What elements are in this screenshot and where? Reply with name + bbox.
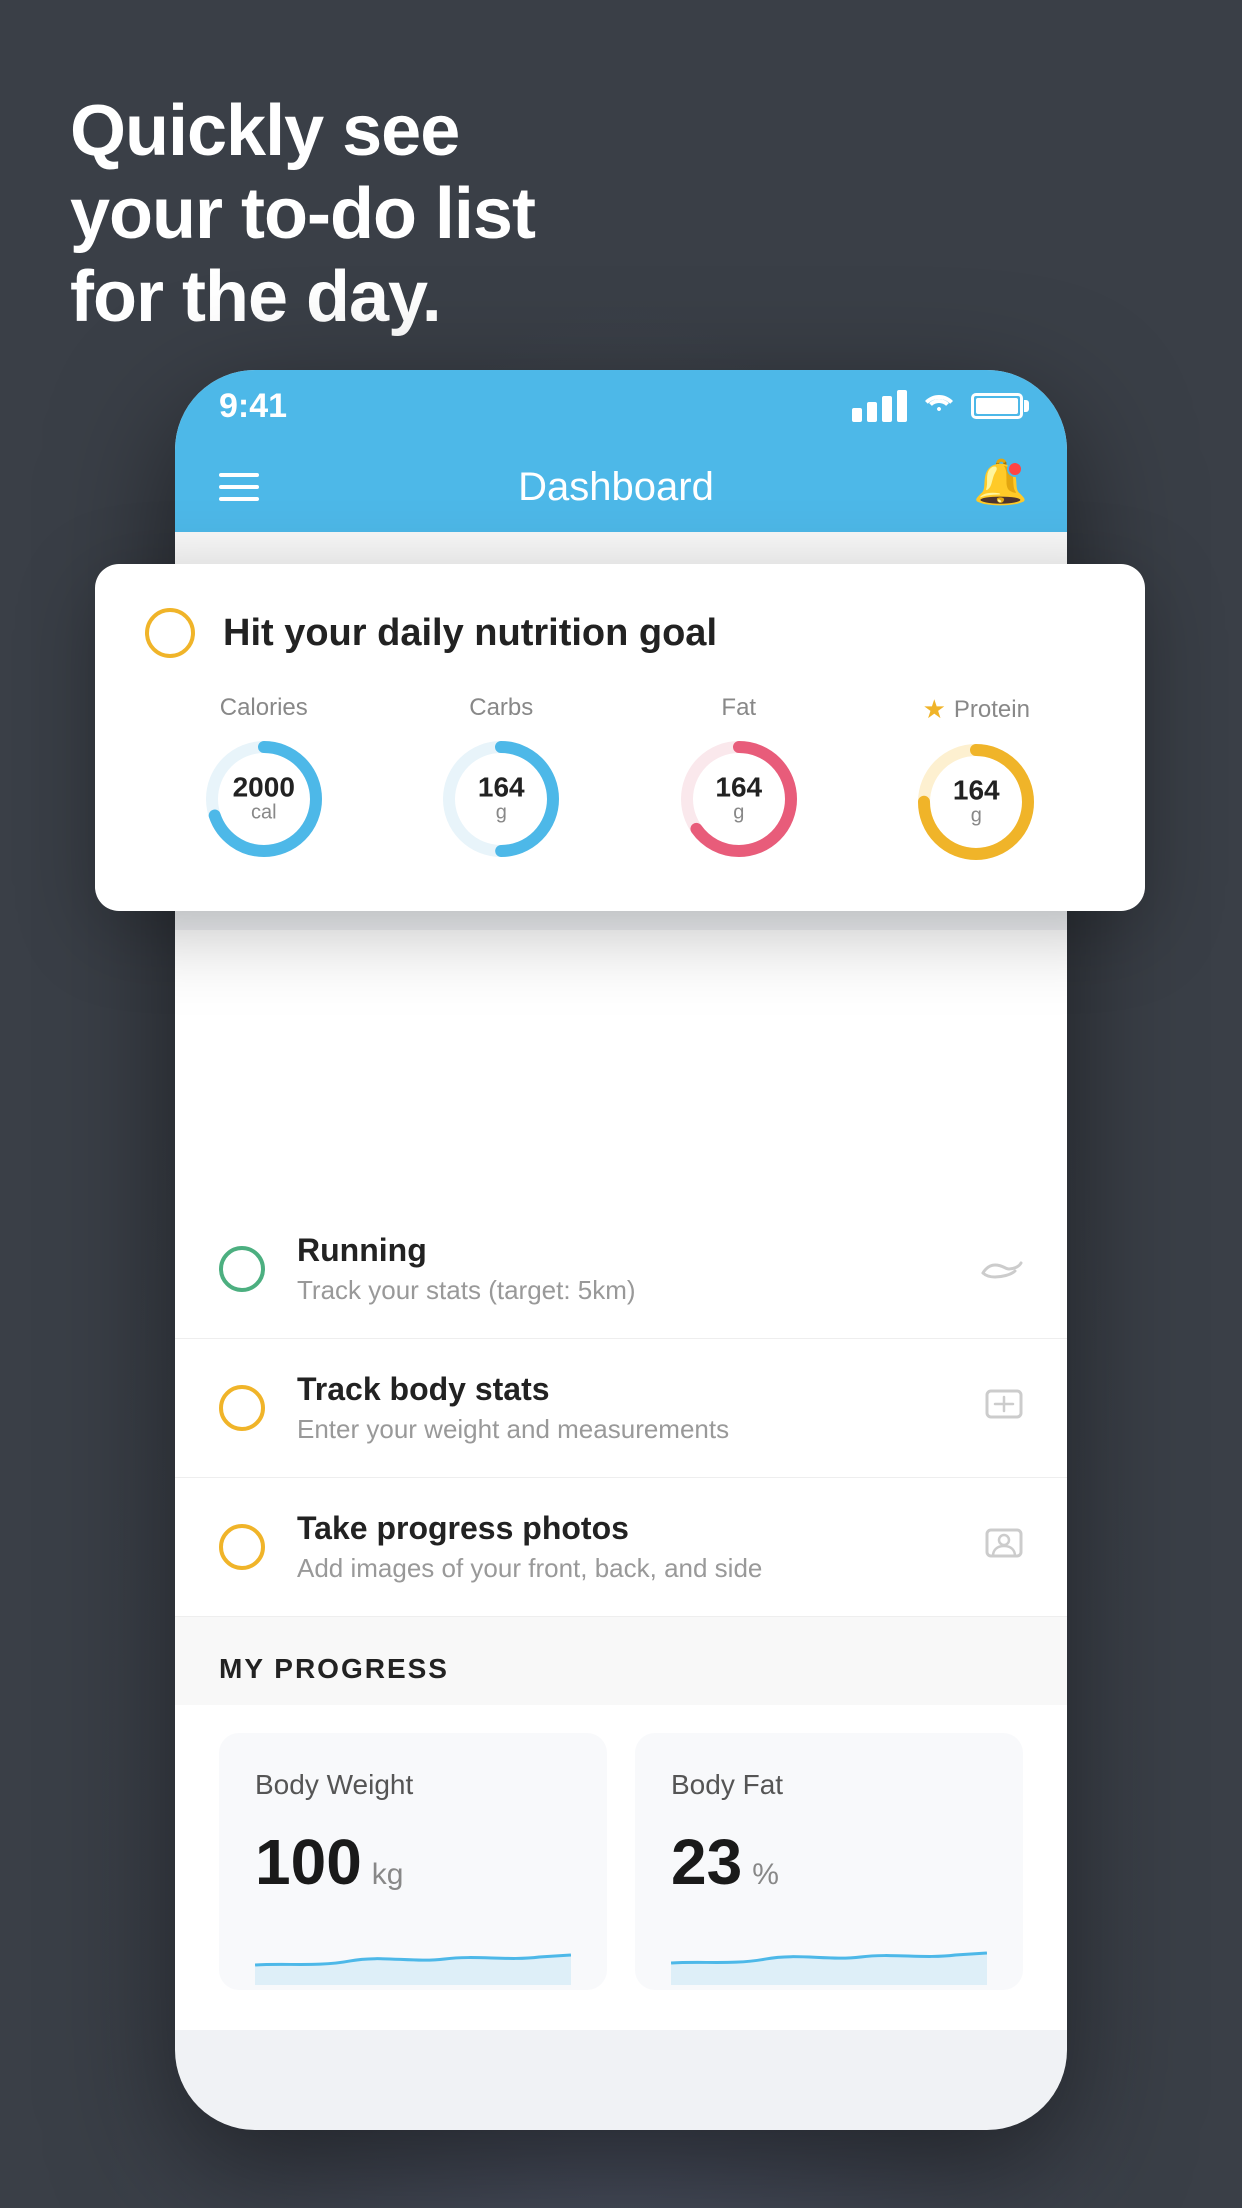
- headline-line1: Quickly see: [70, 91, 459, 171]
- carbs-label: Carbs: [469, 694, 533, 722]
- body-weight-value-row: 100 kg: [255, 1825, 571, 1899]
- todo-text-running: Running Track your stats (target: 5km): [297, 1232, 949, 1306]
- todo-text-photos: Take progress photos Add images of your …: [297, 1510, 953, 1584]
- todo-checkbox-body-stats[interactable]: [219, 1385, 265, 1431]
- todo-name-running: Running: [297, 1232, 949, 1269]
- calories-donut: 2000 cal: [199, 734, 329, 864]
- status-time: 9:41: [219, 387, 287, 426]
- carbs-value: 164: [478, 774, 525, 802]
- body-fat-value: 23: [671, 1825, 742, 1899]
- status-bar: 9:41: [175, 370, 1067, 442]
- notification-dot: [1007, 461, 1023, 477]
- nutrition-grid: Calories 2000 cal Carbs: [145, 694, 1095, 867]
- battery-icon: [971, 393, 1023, 419]
- todo-item-running[interactable]: Running Track your stats (target: 5km): [175, 1200, 1067, 1339]
- calories-value: 2000: [233, 774, 295, 802]
- body-weight-sparkline: [255, 1925, 571, 1985]
- todo-desc-photos: Add images of your front, back, and side: [297, 1553, 953, 1584]
- progress-cards-container: Body Weight 100 kg Body Fat 23 %: [175, 1705, 1067, 2030]
- status-icons: [852, 390, 1023, 422]
- calories-label: Calories: [220, 694, 308, 722]
- nutrition-goal-card: Hit your daily nutrition goal Calories 2…: [95, 564, 1145, 911]
- todo-item-body-stats[interactable]: Track body stats Enter your weight and m…: [175, 1339, 1067, 1478]
- body-weight-unit: kg: [372, 1858, 404, 1892]
- todo-checkbox-running[interactable]: [219, 1246, 265, 1292]
- protein-star-icon: ★: [923, 694, 946, 725]
- body-fat-card[interactable]: Body Fat 23 %: [635, 1733, 1023, 1990]
- nutrition-fat: Fat 164 g: [674, 694, 804, 864]
- todo-desc-running: Track your stats (target: 5km): [297, 1275, 949, 1306]
- nutrition-card-title: Hit your daily nutrition goal: [223, 612, 717, 655]
- running-shoe-icon: [981, 1248, 1023, 1290]
- nav-bar: Dashboard 🔔: [175, 442, 1067, 532]
- body-fat-unit: %: [752, 1858, 779, 1892]
- headline-line2: your to-do list: [70, 174, 535, 254]
- hamburger-menu[interactable]: [219, 473, 259, 501]
- nav-title: Dashboard: [518, 465, 714, 510]
- signal-icon: [852, 390, 907, 422]
- carbs-unit: g: [478, 802, 525, 825]
- todo-list: Running Track your stats (target: 5km) T…: [175, 930, 1067, 2030]
- my-progress-section: MY PROGRESS Body Weight 100 kg: [175, 1617, 1067, 2030]
- todo-checkbox-photos[interactable]: [219, 1524, 265, 1570]
- protein-unit: g: [953, 805, 1000, 828]
- body-fat-sparkline: [671, 1925, 987, 1985]
- card-header: Hit your daily nutrition goal: [145, 608, 1095, 658]
- body-fat-title: Body Fat: [671, 1769, 987, 1801]
- nutrition-carbs: Carbs 164 g: [436, 694, 566, 864]
- notification-bell-icon[interactable]: 🔔: [973, 461, 1023, 513]
- nutrition-checkbox[interactable]: [145, 608, 195, 658]
- fat-unit: g: [715, 802, 762, 825]
- nutrition-calories: Calories 2000 cal: [199, 694, 329, 864]
- body-weight-value: 100: [255, 1825, 362, 1899]
- fat-label: Fat: [721, 694, 756, 722]
- todo-name-body-stats: Track body stats: [297, 1371, 953, 1408]
- todo-desc-body-stats: Enter your weight and measurements: [297, 1414, 953, 1445]
- todo-text-body-stats: Track body stats Enter your weight and m…: [297, 1371, 953, 1445]
- progress-section-title: MY PROGRESS: [219, 1653, 449, 1684]
- body-fat-value-row: 23 %: [671, 1825, 987, 1899]
- scale-icon: [985, 1385, 1023, 1432]
- carbs-donut: 164 g: [436, 734, 566, 864]
- todo-item-photos[interactable]: Take progress photos Add images of your …: [175, 1478, 1067, 1617]
- fat-donut: 164 g: [674, 734, 804, 864]
- headline-text: Quickly see your to-do list for the day.: [70, 90, 535, 338]
- protein-donut: 164 g: [911, 737, 1041, 867]
- body-weight-card[interactable]: Body Weight 100 kg: [219, 1733, 607, 1990]
- wifi-icon: [923, 390, 955, 422]
- headline-line3: for the day.: [70, 257, 441, 337]
- nutrition-protein: ★ Protein 164 g: [911, 694, 1041, 867]
- photo-person-icon: [985, 1524, 1023, 1571]
- protein-value: 164: [953, 777, 1000, 805]
- todo-name-photos: Take progress photos: [297, 1510, 953, 1547]
- fat-value: 164: [715, 774, 762, 802]
- protein-label: ★ Protein: [923, 694, 1030, 725]
- calories-unit: cal: [233, 802, 295, 825]
- body-weight-title: Body Weight: [255, 1769, 571, 1801]
